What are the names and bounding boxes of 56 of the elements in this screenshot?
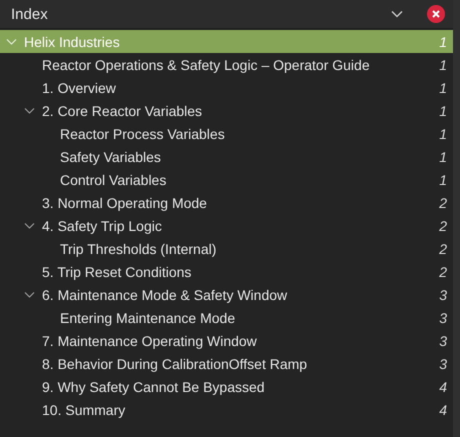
page-number: 1 [439, 172, 447, 188]
tree-item[interactable]: 1. Overview 1 [0, 76, 453, 99]
chevron-icon[interactable] [24, 105, 35, 116]
tree-item[interactable]: Safety Variables 1 [0, 145, 453, 168]
page-number: 1 [439, 80, 447, 96]
tree-item[interactable]: 6. Maintenance Mode & Safety Window 3 [0, 283, 453, 306]
item-label: 9. Why Safety Cannot Be Bypassed [42, 378, 266, 394]
panel-title: Index [11, 6, 49, 22]
page-number: 1 [439, 148, 447, 164]
item-label: 8. Behavior During CalibrationOffset Ramp [42, 356, 308, 372]
item-label: Trip Thresholds (Internal) [60, 240, 218, 256]
page-number: 1 [439, 34, 447, 50]
page-number: 1 [439, 126, 447, 142]
item-label: 1. Overview [42, 80, 117, 96]
page-number: 3 [439, 310, 447, 326]
tree-item[interactable]: Entering Maintenance Mode 3 [0, 306, 453, 329]
item-label: 10. Summary [42, 402, 126, 418]
item-label: 5. Trip Reset Conditions [42, 264, 192, 280]
tree-item[interactable]: 4. Safety Trip Logic 2 [0, 214, 453, 237]
tree-item[interactable]: 3. Normal Operating Mode 2 [0, 191, 453, 214]
tree-item[interactable]: 10. Summary 4 [0, 398, 453, 421]
tree-item[interactable]: Reactor Operations & Safety Logic – Operator Guide 1 [0, 53, 453, 76]
tree-item[interactable]: 8. Behavior During CalibrationOffset Ramp 3 [0, 352, 453, 375]
close-icon[interactable] [427, 5, 445, 23]
tree-item[interactable]: 7. Maintenance Operating Window 3 [0, 329, 453, 352]
chevron-icon[interactable] [24, 289, 35, 300]
page-number: 2 [439, 264, 447, 280]
page-number: 3 [439, 356, 447, 372]
page-number: 4 [439, 378, 447, 394]
item-label: Safety Variables [60, 148, 162, 164]
tree-item[interactable]: 5. Trip Reset Conditions 2 [0, 260, 453, 283]
item-label: 2. Core Reactor Variables [42, 102, 204, 118]
item-label: Control Variables [60, 172, 168, 188]
chevron-icon[interactable] [24, 220, 35, 231]
item-label: 7. Maintenance Operating Window [42, 332, 258, 348]
item-label: 6. Maintenance Mode & Safety Window [42, 286, 288, 302]
tree-item[interactable]: Reactor Process Variables 1 [0, 122, 453, 145]
page-number: 2 [439, 218, 447, 234]
tree-item[interactable]: 9. Why Safety Cannot Be Bypassed 4 [0, 375, 453, 398]
page-number: 2 [439, 194, 447, 210]
tree-item[interactable]: Control Variables 1 [0, 168, 453, 191]
item-label: Reactor Process Variables [60, 126, 226, 142]
page-number: 1 [439, 56, 447, 72]
tree-item[interactable]: 2. Core Reactor Variables 1 [0, 99, 453, 122]
item-label: Reactor Operations & Safety Logic – Operator Guide [42, 56, 371, 72]
chevron-down-icon[interactable] [391, 10, 403, 18]
item-label: Entering Maintenance Mode [60, 310, 236, 326]
item-label: 3. Normal Operating Mode [42, 194, 208, 210]
tree-item[interactable]: Trip Thresholds (Internal) 2 [0, 237, 453, 260]
page-number: 3 [439, 286, 447, 302]
page-number: 4 [439, 402, 447, 418]
page-number: 3 [439, 332, 447, 348]
item-label: Helix Industries [24, 34, 121, 50]
page-number: 2 [439, 240, 447, 256]
page-number: 1 [439, 102, 447, 118]
item-label: 4. Safety Trip Logic [42, 218, 163, 234]
